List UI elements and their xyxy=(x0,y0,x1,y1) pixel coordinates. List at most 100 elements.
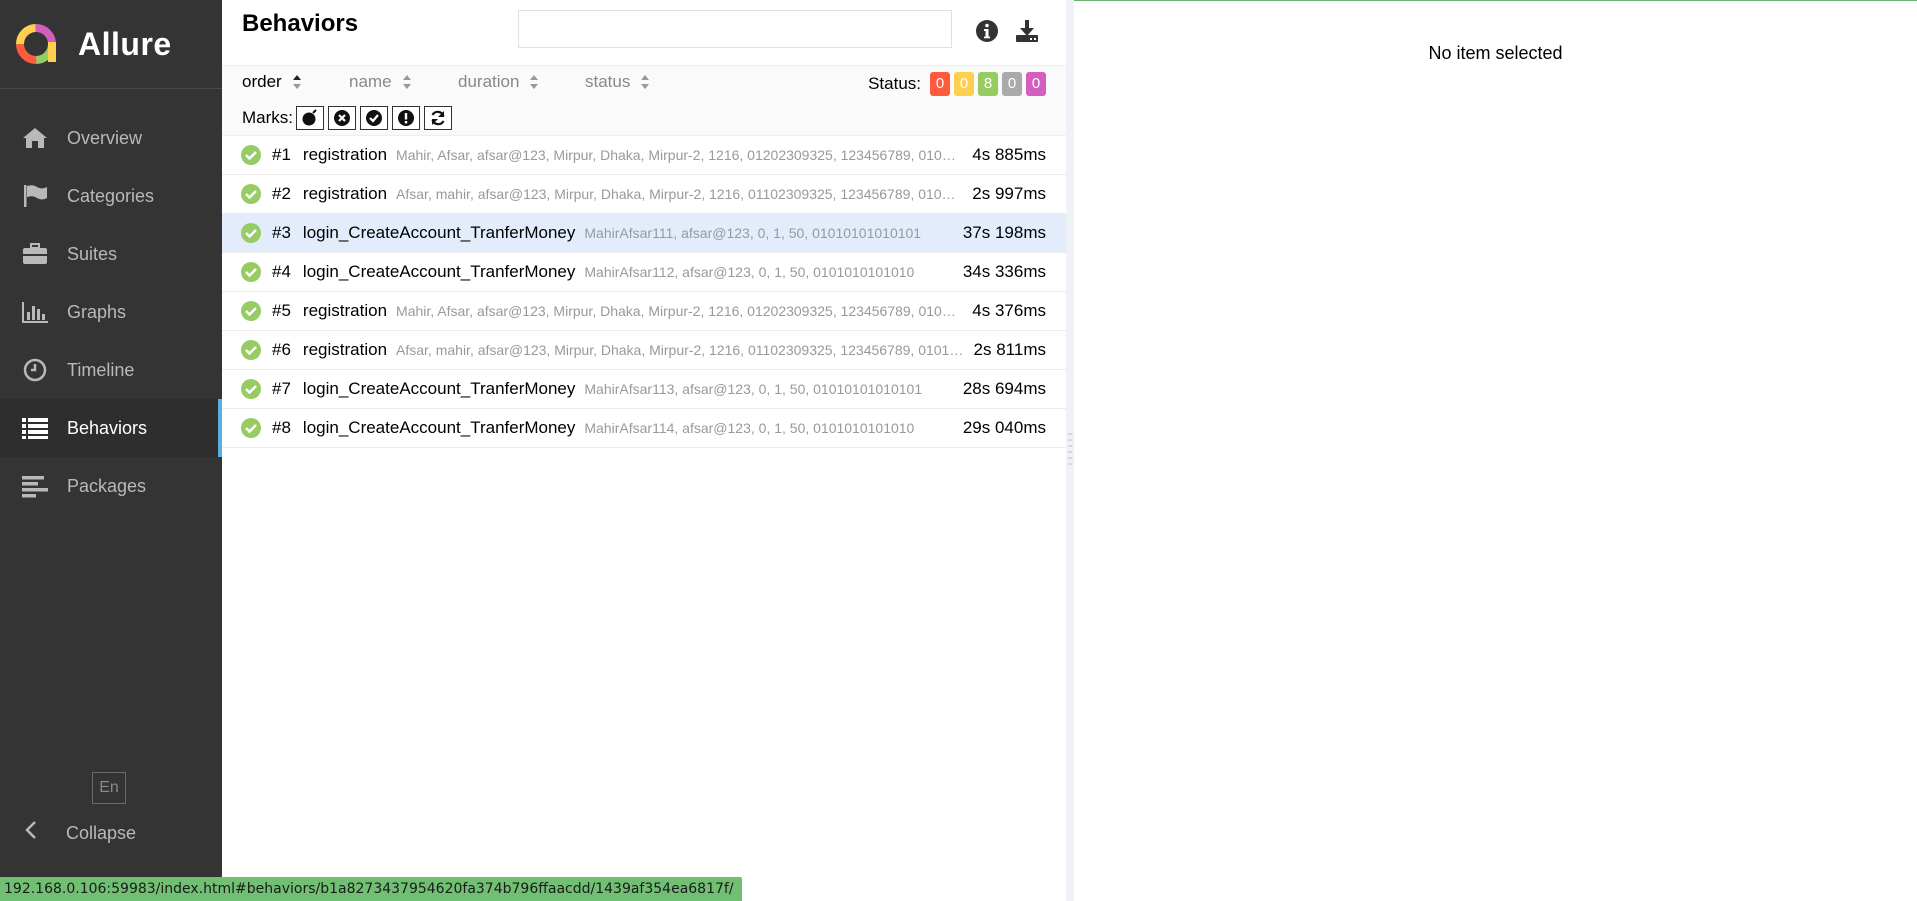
allure-logo-icon xyxy=(16,24,56,64)
sidebar-item-packages[interactable]: Packages xyxy=(0,457,222,515)
table-row[interactable]: #6 registration Afsar, mahir, afsar@123,… xyxy=(222,331,1066,370)
status-badge-failed[interactable]: 0 xyxy=(930,72,950,96)
row-params: MahirAfsar114, afsar@123, 0, 1, 50, 0101… xyxy=(584,420,915,436)
row-number: #2 xyxy=(272,184,291,203)
row-duration: 29s 040ms xyxy=(962,418,1046,437)
status-filter: Status: 0 0 8 0 0 xyxy=(868,72,1046,96)
marks-bar: Marks: xyxy=(222,100,1066,136)
sidebar-item-label: Behaviors xyxy=(67,417,148,438)
row-duration: 4s 376ms xyxy=(972,301,1046,320)
sidebar-item-label: Packages xyxy=(67,475,147,496)
status-badge-passed[interactable]: 8 xyxy=(978,72,998,96)
status-label: Status: xyxy=(868,74,921,93)
row-name: registration xyxy=(302,340,388,359)
row-duration: 2s 811ms xyxy=(973,340,1046,359)
new-broken-icon[interactable] xyxy=(392,105,420,130)
align-left-icon xyxy=(20,473,50,499)
detail-pane: No item selected xyxy=(1074,0,1917,901)
sort-order-label: order xyxy=(242,72,282,91)
sort-duration[interactable]: duration xyxy=(458,72,539,92)
clock-icon xyxy=(20,357,50,383)
sidebar: Allure Overview Categories Suites Graphs xyxy=(0,0,222,901)
status-badge-broken[interactable]: 0 xyxy=(954,72,974,96)
table-row[interactable]: #5 registration Mahir, Afsar, afsar@123,… xyxy=(222,292,1066,331)
row-params: Afsar, mahir, afsar@123, Mirpur, Dhaka, … xyxy=(396,342,964,358)
sort-icon xyxy=(640,74,650,90)
collapse-button[interactable]: Collapse xyxy=(24,820,136,846)
sidebar-item-suites[interactable]: Suites xyxy=(0,225,222,283)
pane-splitter[interactable] xyxy=(1066,0,1074,901)
passed-check-icon xyxy=(241,418,261,438)
row-number: #3 xyxy=(272,223,291,242)
passed-check-icon xyxy=(241,340,261,360)
sort-name-label: name xyxy=(349,72,392,91)
passed-check-icon xyxy=(241,184,261,204)
row-duration: 4s 885ms xyxy=(972,145,1046,164)
list-icon xyxy=(20,415,50,441)
row-number: #4 xyxy=(272,262,291,281)
row-params: Mahir, Afsar, afsar@123, Mirpur, Dhaka, … xyxy=(396,147,962,163)
table-row[interactable]: #7 login_CreateAccount_TranferMoney Mahi… xyxy=(222,370,1066,409)
row-name: registration xyxy=(302,145,388,164)
language-switcher[interactable]: En xyxy=(92,772,126,804)
row-duration: 2s 997ms xyxy=(972,184,1046,203)
sort-order[interactable]: order xyxy=(242,72,302,92)
row-duration: 37s 198ms xyxy=(962,223,1046,242)
sidebar-item-label: Categories xyxy=(67,185,155,206)
flaky-bomb-icon[interactable] xyxy=(296,105,324,130)
row-duration: 34s 336ms xyxy=(962,262,1046,281)
new-failed-icon[interactable] xyxy=(328,105,356,130)
passed-check-icon xyxy=(241,223,261,243)
empty-state-text: No item selected xyxy=(1428,43,1563,63)
sidebar-item-graphs[interactable]: Graphs xyxy=(0,283,222,341)
status-badge-unknown[interactable]: 0 xyxy=(1026,72,1046,96)
row-params: MahirAfsar111, afsar@123, 0, 1, 50, 0101… xyxy=(584,225,922,241)
search-input[interactable] xyxy=(518,10,952,48)
collapse-label: Collapse xyxy=(66,822,137,843)
download-icon[interactable] xyxy=(1014,18,1040,44)
row-params: Afsar, mahir, afsar@123, Mirpur, Dhaka, … xyxy=(396,186,962,202)
row-name: login_CreateAccount_TranferMoney xyxy=(302,223,576,242)
brand[interactable]: Allure xyxy=(0,0,222,89)
briefcase-icon xyxy=(20,241,50,267)
sidebar-item-overview[interactable]: Overview xyxy=(0,109,222,167)
behaviors-pane: Behaviors order name duration status Sta… xyxy=(222,0,1067,901)
sort-duration-label: duration xyxy=(458,72,520,91)
chevron-left-icon xyxy=(24,820,44,846)
passed-check-icon xyxy=(241,379,261,399)
sidebar-item-categories[interactable]: Categories xyxy=(0,167,222,225)
sort-bar: order name duration status Status: 0 0 8… xyxy=(222,66,1066,100)
row-number: #1 xyxy=(272,145,291,164)
retries-icon[interactable] xyxy=(424,105,452,130)
page-title: Behaviors xyxy=(242,10,359,37)
status-badge-skipped[interactable]: 0 xyxy=(1002,72,1022,96)
row-name: login_CreateAccount_TranferMoney xyxy=(302,379,576,398)
row-number: #5 xyxy=(272,301,291,320)
new-passed-icon[interactable] xyxy=(360,105,388,130)
row-number: #7 xyxy=(272,379,291,398)
row-number: #8 xyxy=(272,418,291,437)
table-row[interactable]: #8 login_CreateAccount_TranferMoney Mahi… xyxy=(222,409,1066,448)
row-name: registration xyxy=(302,301,388,320)
table-row[interactable]: #2 registration Afsar, mahir, afsar@123,… xyxy=(222,175,1066,214)
pane-header: Behaviors xyxy=(222,0,1066,66)
table-row[interactable]: #4 login_CreateAccount_TranferMoney Mahi… xyxy=(222,253,1066,292)
row-name: login_CreateAccount_TranferMoney xyxy=(302,262,576,281)
table-row-selected[interactable]: #3 login_CreateAccount_TranferMoney Mahi… xyxy=(222,214,1066,253)
drag-handle-icon xyxy=(1068,433,1073,465)
sidebar-item-timeline[interactable]: Timeline xyxy=(0,341,222,399)
sidebar-item-behaviors[interactable]: Behaviors xyxy=(0,399,222,457)
status-bar-url: 192.168.0.106:59983/index.html#behaviors… xyxy=(0,877,742,901)
passed-check-icon xyxy=(241,262,261,282)
row-name: login_CreateAccount_TranferMoney xyxy=(302,418,576,437)
sort-status[interactable]: status xyxy=(585,72,650,92)
row-params: MahirAfsar113, afsar@123, 0, 1, 50, 0101… xyxy=(584,381,923,397)
table-row[interactable]: #1 registration Mahir, Afsar, afsar@123,… xyxy=(222,136,1066,175)
info-icon[interactable] xyxy=(974,18,1000,44)
sort-name[interactable]: name xyxy=(349,72,412,92)
app-name: Allure xyxy=(78,25,172,62)
row-duration: 28s 694ms xyxy=(962,379,1046,398)
test-list: #1 registration Mahir, Afsar, afsar@123,… xyxy=(222,136,1066,448)
sidebar-nav: Overview Categories Suites Graphs Timeli… xyxy=(0,109,222,515)
sidebar-item-label: Overview xyxy=(67,127,143,148)
